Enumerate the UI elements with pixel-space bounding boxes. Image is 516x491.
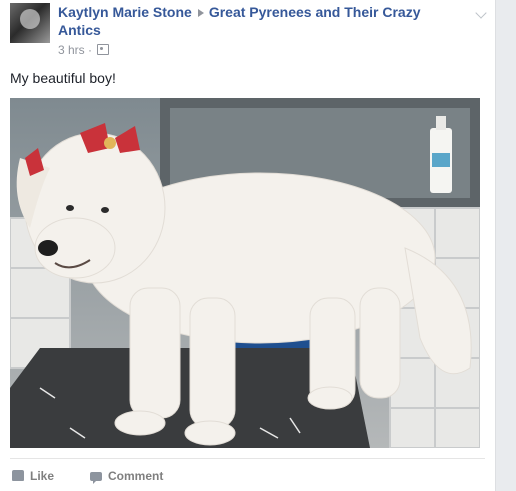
chevron-down-icon[interactable] bbox=[475, 7, 487, 19]
audience-icon[interactable] bbox=[97, 44, 110, 55]
post-photo[interactable] bbox=[10, 98, 480, 448]
post-meta: 3 hrs · bbox=[58, 43, 110, 57]
arrow-right-icon bbox=[197, 8, 204, 17]
post-title: Kaytlyn Marie Stone Great Pyrenees and Th… bbox=[58, 3, 458, 39]
author-avatar[interactable] bbox=[10, 3, 50, 43]
post-message: My beautiful boy! bbox=[10, 70, 116, 86]
comment-icon bbox=[90, 472, 102, 484]
like-label: Like bbox=[30, 469, 55, 483]
dog-nose bbox=[38, 240, 58, 256]
comment-button[interactable]: Comment bbox=[90, 469, 164, 484]
thumbs-up-icon bbox=[12, 470, 24, 481]
meta-separator: · bbox=[88, 43, 93, 57]
page-scrollbar[interactable] bbox=[503, 0, 511, 491]
post-header: Kaytlyn Marie Stone Great Pyrenees and Th… bbox=[10, 3, 487, 59]
comment-label: Comment bbox=[108, 469, 164, 483]
author-name-link[interactable]: Kaytlyn Marie Stone bbox=[58, 4, 192, 20]
like-button[interactable]: Like bbox=[12, 469, 54, 483]
post-timestamp[interactable]: 3 hrs bbox=[58, 43, 85, 57]
post-actions: Like Comment bbox=[10, 458, 485, 489]
post-card: Kaytlyn Marie Stone Great Pyrenees and Th… bbox=[0, 0, 496, 491]
dog-photo-illustration bbox=[10, 98, 480, 448]
